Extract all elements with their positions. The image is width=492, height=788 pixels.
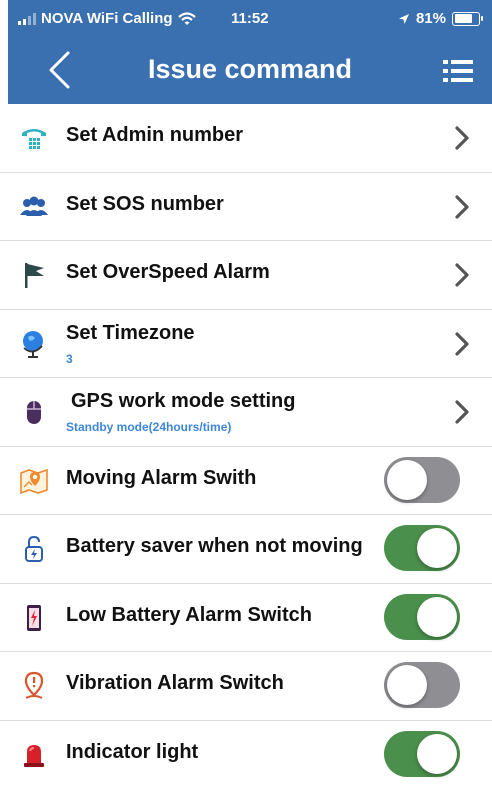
lock-power-icon (18, 533, 50, 565)
vibration-alarm-toggle[interactable] (384, 662, 460, 708)
command-label: Set SOS number (66, 193, 224, 216)
command-row-admin-number[interactable]: Set Admin number (0, 104, 492, 173)
battery-saver-toggle[interactable] (384, 525, 460, 571)
gps-mode-value: Standby mode(24hours/time) (66, 420, 231, 434)
carrier-name: NOVA WiFi Calling (41, 10, 173, 27)
app-header: NOVA WiFi Calling 11:52 81% Issue comman… (8, 0, 492, 104)
switch-label: Battery saver when not moving (66, 535, 363, 558)
list-menu-icon[interactable] (442, 58, 474, 84)
indicator-light-toggle[interactable] (384, 731, 460, 777)
chevron-right-icon[interactable] (454, 125, 470, 151)
switch-row-indicator-light: Indicator light (0, 721, 492, 788)
wifi-icon (178, 12, 196, 26)
beacon-light-icon (18, 739, 50, 771)
flag-icon (18, 259, 50, 291)
low-battery-alarm-toggle[interactable] (384, 594, 460, 640)
battery-percent: 81% (416, 10, 446, 27)
moving-alarm-toggle[interactable] (384, 457, 460, 503)
status-bar: NOVA WiFi Calling 11:52 81% (8, 0, 492, 38)
command-row-timezone[interactable]: Set Timezone 3 (0, 310, 492, 379)
switch-row-moving-alarm: Moving Alarm Swith (0, 447, 492, 516)
switch-label: Indicator light (66, 741, 198, 764)
phone-battery-icon (18, 602, 50, 634)
signal-icon (18, 13, 36, 25)
timezone-value: 3 (66, 352, 73, 366)
page-title: Issue command (8, 54, 492, 85)
battery-icon (452, 12, 480, 26)
chevron-right-icon[interactable] (454, 194, 470, 220)
mouse-icon (18, 396, 50, 428)
command-label: Set Timezone (66, 322, 195, 345)
status-time: 11:52 (231, 10, 269, 27)
command-row-overspeed-alarm[interactable]: Set OverSpeed Alarm (0, 241, 492, 310)
command-row-sos-number[interactable]: Set SOS number (0, 173, 492, 242)
people-icon (18, 191, 50, 223)
switch-label: Moving Alarm Swith (66, 467, 256, 490)
command-row-gps-work-mode[interactable]: GPS work mode setting Standby mode(24hou… (0, 378, 492, 447)
telephone-icon (18, 122, 50, 154)
switch-label: Vibration Alarm Switch (66, 672, 284, 695)
nav-bar: Issue command (8, 38, 492, 104)
carrier-info: NOVA WiFi Calling (18, 10, 196, 27)
command-list: Set Admin number Set SOS number Set Over… (0, 104, 492, 788)
vibration-pin-icon (18, 670, 50, 702)
globe-icon (18, 328, 50, 360)
switch-row-vibration-alarm: Vibration Alarm Switch (0, 652, 492, 721)
chevron-right-icon[interactable] (454, 331, 470, 357)
switch-row-low-battery-alarm: Low Battery Alarm Switch (0, 584, 492, 653)
command-label: Set Admin number (66, 124, 243, 147)
chevron-right-icon[interactable] (454, 262, 470, 288)
switch-label: Low Battery Alarm Switch (66, 604, 312, 627)
command-label: Set OverSpeed Alarm (66, 261, 270, 284)
location-arrow-icon (398, 13, 410, 25)
switch-row-battery-saver: Battery saver when not moving (0, 515, 492, 584)
map-pin-icon (18, 465, 50, 497)
command-label: GPS work mode setting (71, 390, 295, 413)
chevron-right-icon[interactable] (454, 399, 470, 425)
status-right: 81% (398, 10, 480, 27)
